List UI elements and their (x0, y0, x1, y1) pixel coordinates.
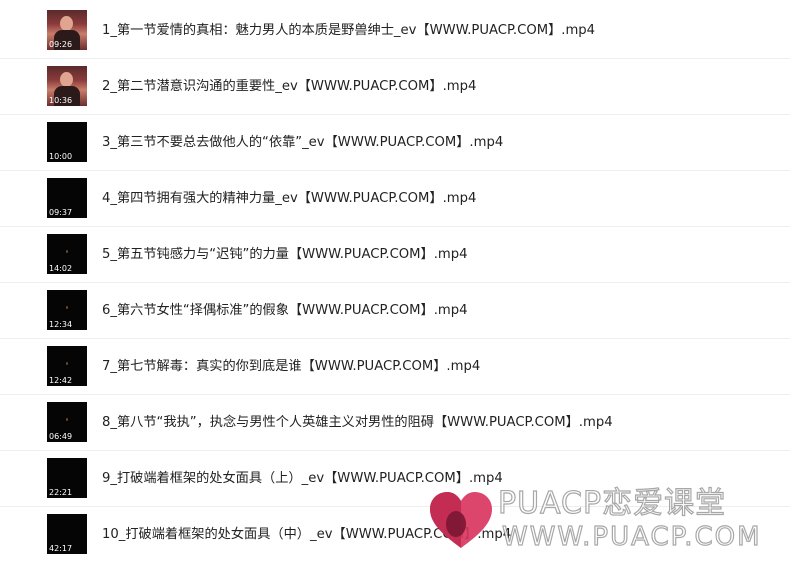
file-name[interactable]: 1_第一节爱情的真相：魅力男人的本质是野兽绅士_ev【WWW.PUACP.COM… (102, 22, 595, 40)
video-duration: 12:34 (49, 320, 73, 329)
video-thumbnail[interactable]: 10:36 (47, 66, 87, 106)
file-row[interactable]: 09:37 4_第四节拥有强大的精神力量_ev【WWW.PUACP.COM】.m… (0, 171, 790, 227)
file-name[interactable]: 8_第八节“我执”，执念与男性个人英雄主义对男性的阻碍【WWW.PUACP.CO… (102, 414, 613, 432)
video-duration: 09:37 (49, 208, 73, 217)
video-duration: 14:02 (49, 264, 73, 273)
file-row[interactable]: 14:02 5_第五节钝感力与“迟钝”的力量【WWW.PUACP.COM】.mp… (0, 227, 790, 283)
video-thumbnail[interactable]: 22:21 (47, 458, 87, 498)
file-name[interactable]: 2_第二节潜意识沟通的重要性_ev【WWW.PUACP.COM】.mp4 (102, 78, 476, 96)
person-head (60, 72, 73, 87)
video-duration: 10:00 (49, 152, 73, 161)
file-name[interactable]: 5_第五节钝感力与“迟钝”的力量【WWW.PUACP.COM】.mp4 (102, 246, 468, 264)
file-name[interactable]: 9_打破端着框架的处女面具（上）_ev【WWW.PUACP.COM】.mp4 (102, 470, 503, 488)
video-duration: 09:26 (49, 40, 73, 49)
video-duration: 42:17 (49, 544, 73, 553)
light-spot (66, 250, 68, 253)
video-thumbnail[interactable]: 42:17 (47, 514, 87, 554)
file-name[interactable]: 7_第七节解毒：真实的你到底是谁【WWW.PUACP.COM】.mp4 (102, 358, 480, 376)
file-row[interactable]: 12:42 7_第七节解毒：真实的你到底是谁【WWW.PUACP.COM】.mp… (0, 339, 790, 395)
file-row[interactable]: 06:49 8_第八节“我执”，执念与男性个人英雄主义对男性的阻碍【WWW.PU… (0, 395, 790, 451)
video-duration: 12:42 (49, 376, 73, 385)
video-duration: 06:49 (49, 432, 73, 441)
file-row[interactable]: 10:36 2_第二节潜意识沟通的重要性_ev【WWW.PUACP.COM】.m… (0, 59, 790, 115)
light-spot (66, 306, 68, 309)
file-row[interactable]: 12:34 6_第六节女性“择偶标准”的假象【WWW.PUACP.COM】.mp… (0, 283, 790, 339)
video-thumbnail[interactable]: 12:34 (47, 290, 87, 330)
file-row[interactable]: 09:26 1_第一节爱情的真相：魅力男人的本质是野兽绅士_ev【WWW.PUA… (0, 3, 790, 59)
light-spot (66, 418, 68, 421)
light-spot (66, 362, 68, 365)
video-thumbnail[interactable]: 10:00 (47, 122, 87, 162)
file-name[interactable]: 6_第六节女性“择偶标准”的假象【WWW.PUACP.COM】.mp4 (102, 302, 468, 320)
video-duration: 10:36 (49, 96, 73, 105)
video-thumbnail[interactable]: 14:02 (47, 234, 87, 274)
file-browser: 09:26 1_第一节爱情的真相：魅力男人的本质是野兽绅士_ev【WWW.PUA… (0, 0, 790, 565)
file-row[interactable]: 10:00 3_第三节不要总去做他人的“依靠”_ev【WWW.PUACP.COM… (0, 115, 790, 171)
video-thumbnail[interactable]: 09:26 (47, 10, 87, 50)
video-thumbnail[interactable]: 06:49 (47, 402, 87, 442)
file-list: 09:26 1_第一节爱情的真相：魅力男人的本质是野兽绅士_ev【WWW.PUA… (0, 3, 790, 563)
video-thumbnail[interactable]: 09:37 (47, 178, 87, 218)
file-row[interactable]: 42:17 10_打破端着框架的处女面具（中）_ev【WWW.PUACP.COM… (0, 507, 790, 563)
file-name[interactable]: 3_第三节不要总去做他人的“依靠”_ev【WWW.PUACP.COM】.mp4 (102, 134, 503, 152)
video-duration: 22:21 (49, 488, 73, 497)
file-row[interactable]: 22:21 9_打破端着框架的处女面具（上）_ev【WWW.PUACP.COM】… (0, 451, 790, 507)
person-head (60, 16, 73, 31)
video-thumbnail[interactable]: 12:42 (47, 346, 87, 386)
file-name[interactable]: 4_第四节拥有强大的精神力量_ev【WWW.PUACP.COM】.mp4 (102, 190, 476, 208)
file-name[interactable]: 10_打破端着框架的处女面具（中）_ev【WWW.PUACP.COM】.mp4 (102, 526, 511, 544)
